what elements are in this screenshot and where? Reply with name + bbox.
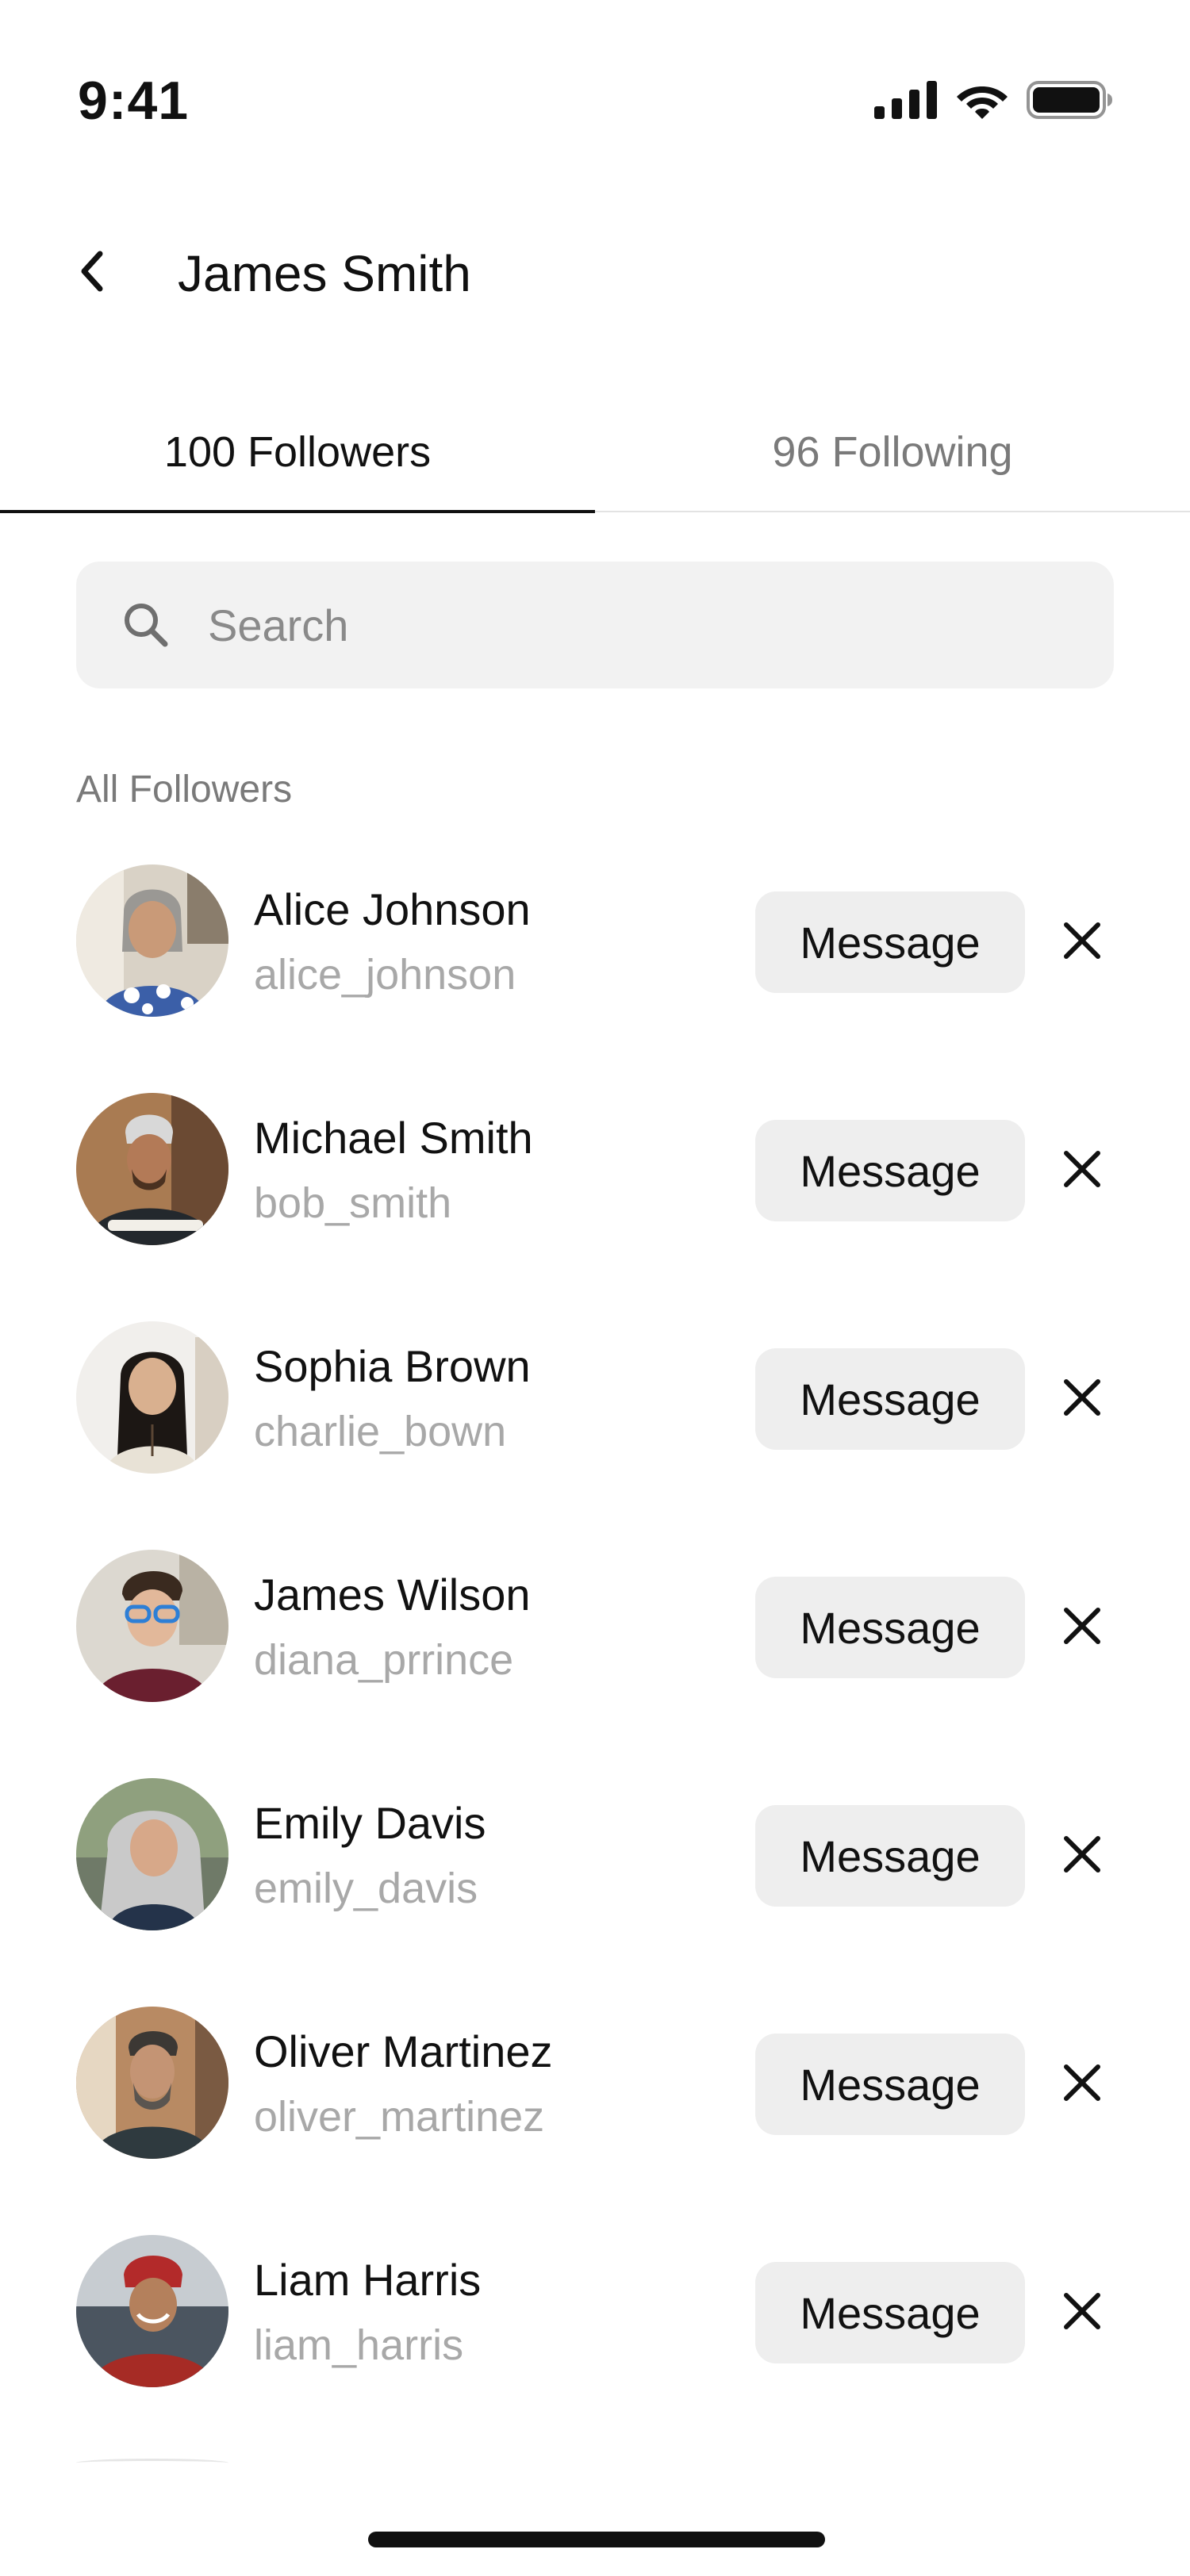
follower-handle: emily_davis <box>254 1865 478 1912</box>
follower-row: Emily Davis emily_davis Message <box>0 1773 1190 2002</box>
next-avatar-edge <box>76 2459 228 2467</box>
close-icon <box>1061 1148 1103 1194</box>
search-box[interactable] <box>76 562 1114 688</box>
status-bar: 9:41 <box>0 0 1190 174</box>
battery-icon <box>1027 79 1114 125</box>
remove-follower-button[interactable] <box>1050 2053 1114 2116</box>
close-icon <box>1061 2062 1103 2107</box>
close-icon <box>1061 1605 1103 1650</box>
close-icon <box>1061 920 1103 965</box>
follower-row: Liam Harris liam_harris Message <box>0 2230 1190 2459</box>
message-button[interactable]: Message <box>755 2034 1025 2135</box>
search-icon <box>121 600 171 650</box>
avatar[interactable] <box>76 2007 228 2159</box>
remove-follower-button[interactable] <box>1050 1824 1114 1888</box>
close-icon <box>1061 2290 1103 2336</box>
tab-following[interactable]: 96 Following <box>595 397 1190 508</box>
avatar[interactable] <box>76 1778 228 1930</box>
follower-handle: alice_johnson <box>254 951 516 999</box>
close-icon <box>1061 1377 1103 1422</box>
follower-handle: oliver_martinez <box>254 2093 545 2141</box>
follower-handle: charlie_bown <box>254 1408 507 1455</box>
follower-name[interactable]: Liam Harris <box>254 2254 481 2306</box>
status-icons <box>874 79 1114 124</box>
avatar[interactable] <box>76 864 228 1017</box>
message-button[interactable]: Message <box>755 1348 1025 1450</box>
status-time: 9:41 <box>78 71 190 131</box>
remove-follower-button[interactable] <box>1050 910 1114 974</box>
follower-name[interactable]: Alice Johnson <box>254 884 531 935</box>
avatar[interactable] <box>76 2235 228 2387</box>
follower-row: Michael Smith bob_smith Message <box>0 1088 1190 1317</box>
follower-handle: bob_smith <box>254 1179 452 1227</box>
active-tab-indicator <box>0 510 595 513</box>
header: James Smith <box>0 222 1190 325</box>
message-button[interactable]: Message <box>755 2262 1025 2363</box>
message-button[interactable]: Message <box>755 1577 1025 1678</box>
follower-name[interactable]: Oliver Martinez <box>254 2026 553 2077</box>
home-indicator[interactable] <box>368 2532 825 2547</box>
follower-row: Alice Johnson alice_johnson Message <box>0 860 1190 1088</box>
follower-row: Sophia Brown charlie_bown Message <box>0 1317 1190 1545</box>
wifi-icon <box>955 80 1009 124</box>
avatar[interactable] <box>76 1321 228 1474</box>
section-label: All Followers <box>76 769 293 811</box>
avatar[interactable] <box>76 1093 228 1245</box>
message-button[interactable]: Message <box>755 891 1025 993</box>
follower-list: Alice Johnson alice_johnson Message Mich… <box>0 860 1190 2459</box>
tab-followers[interactable]: 100 Followers <box>0 397 595 508</box>
message-button[interactable]: Message <box>755 1805 1025 1907</box>
follower-name[interactable]: Sophia Brown <box>254 1340 531 1392</box>
page-title: James Smith <box>178 245 471 302</box>
follower-name[interactable]: Michael Smith <box>254 1112 533 1163</box>
remove-follower-button[interactable] <box>1050 2281 1114 2344</box>
remove-follower-button[interactable] <box>1050 1139 1114 1202</box>
cellular-signal-icon <box>874 80 938 123</box>
message-button[interactable]: Message <box>755 1120 1025 1221</box>
follower-name[interactable]: Emily Davis <box>254 1797 486 1849</box>
close-icon <box>1061 1834 1103 1879</box>
follower-row: James Wilson diana_prrince Message <box>0 1545 1190 1773</box>
avatar[interactable] <box>76 1550 228 1702</box>
tab-bar: 100 Followers 96 Following <box>0 397 1190 513</box>
back-button[interactable] <box>63 241 121 305</box>
search-input[interactable] <box>208 585 1065 665</box>
follower-name[interactable]: James Wilson <box>254 1569 531 1620</box>
remove-follower-button[interactable] <box>1050 1367 1114 1431</box>
follower-handle: liam_harris <box>254 2321 464 2369</box>
remove-follower-button[interactable] <box>1050 1596 1114 1659</box>
follower-handle: diana_prrince <box>254 1636 514 1684</box>
chevron-left-icon <box>76 247 108 299</box>
follower-row: Oliver Martinez oliver_martinez Message <box>0 2002 1190 2230</box>
